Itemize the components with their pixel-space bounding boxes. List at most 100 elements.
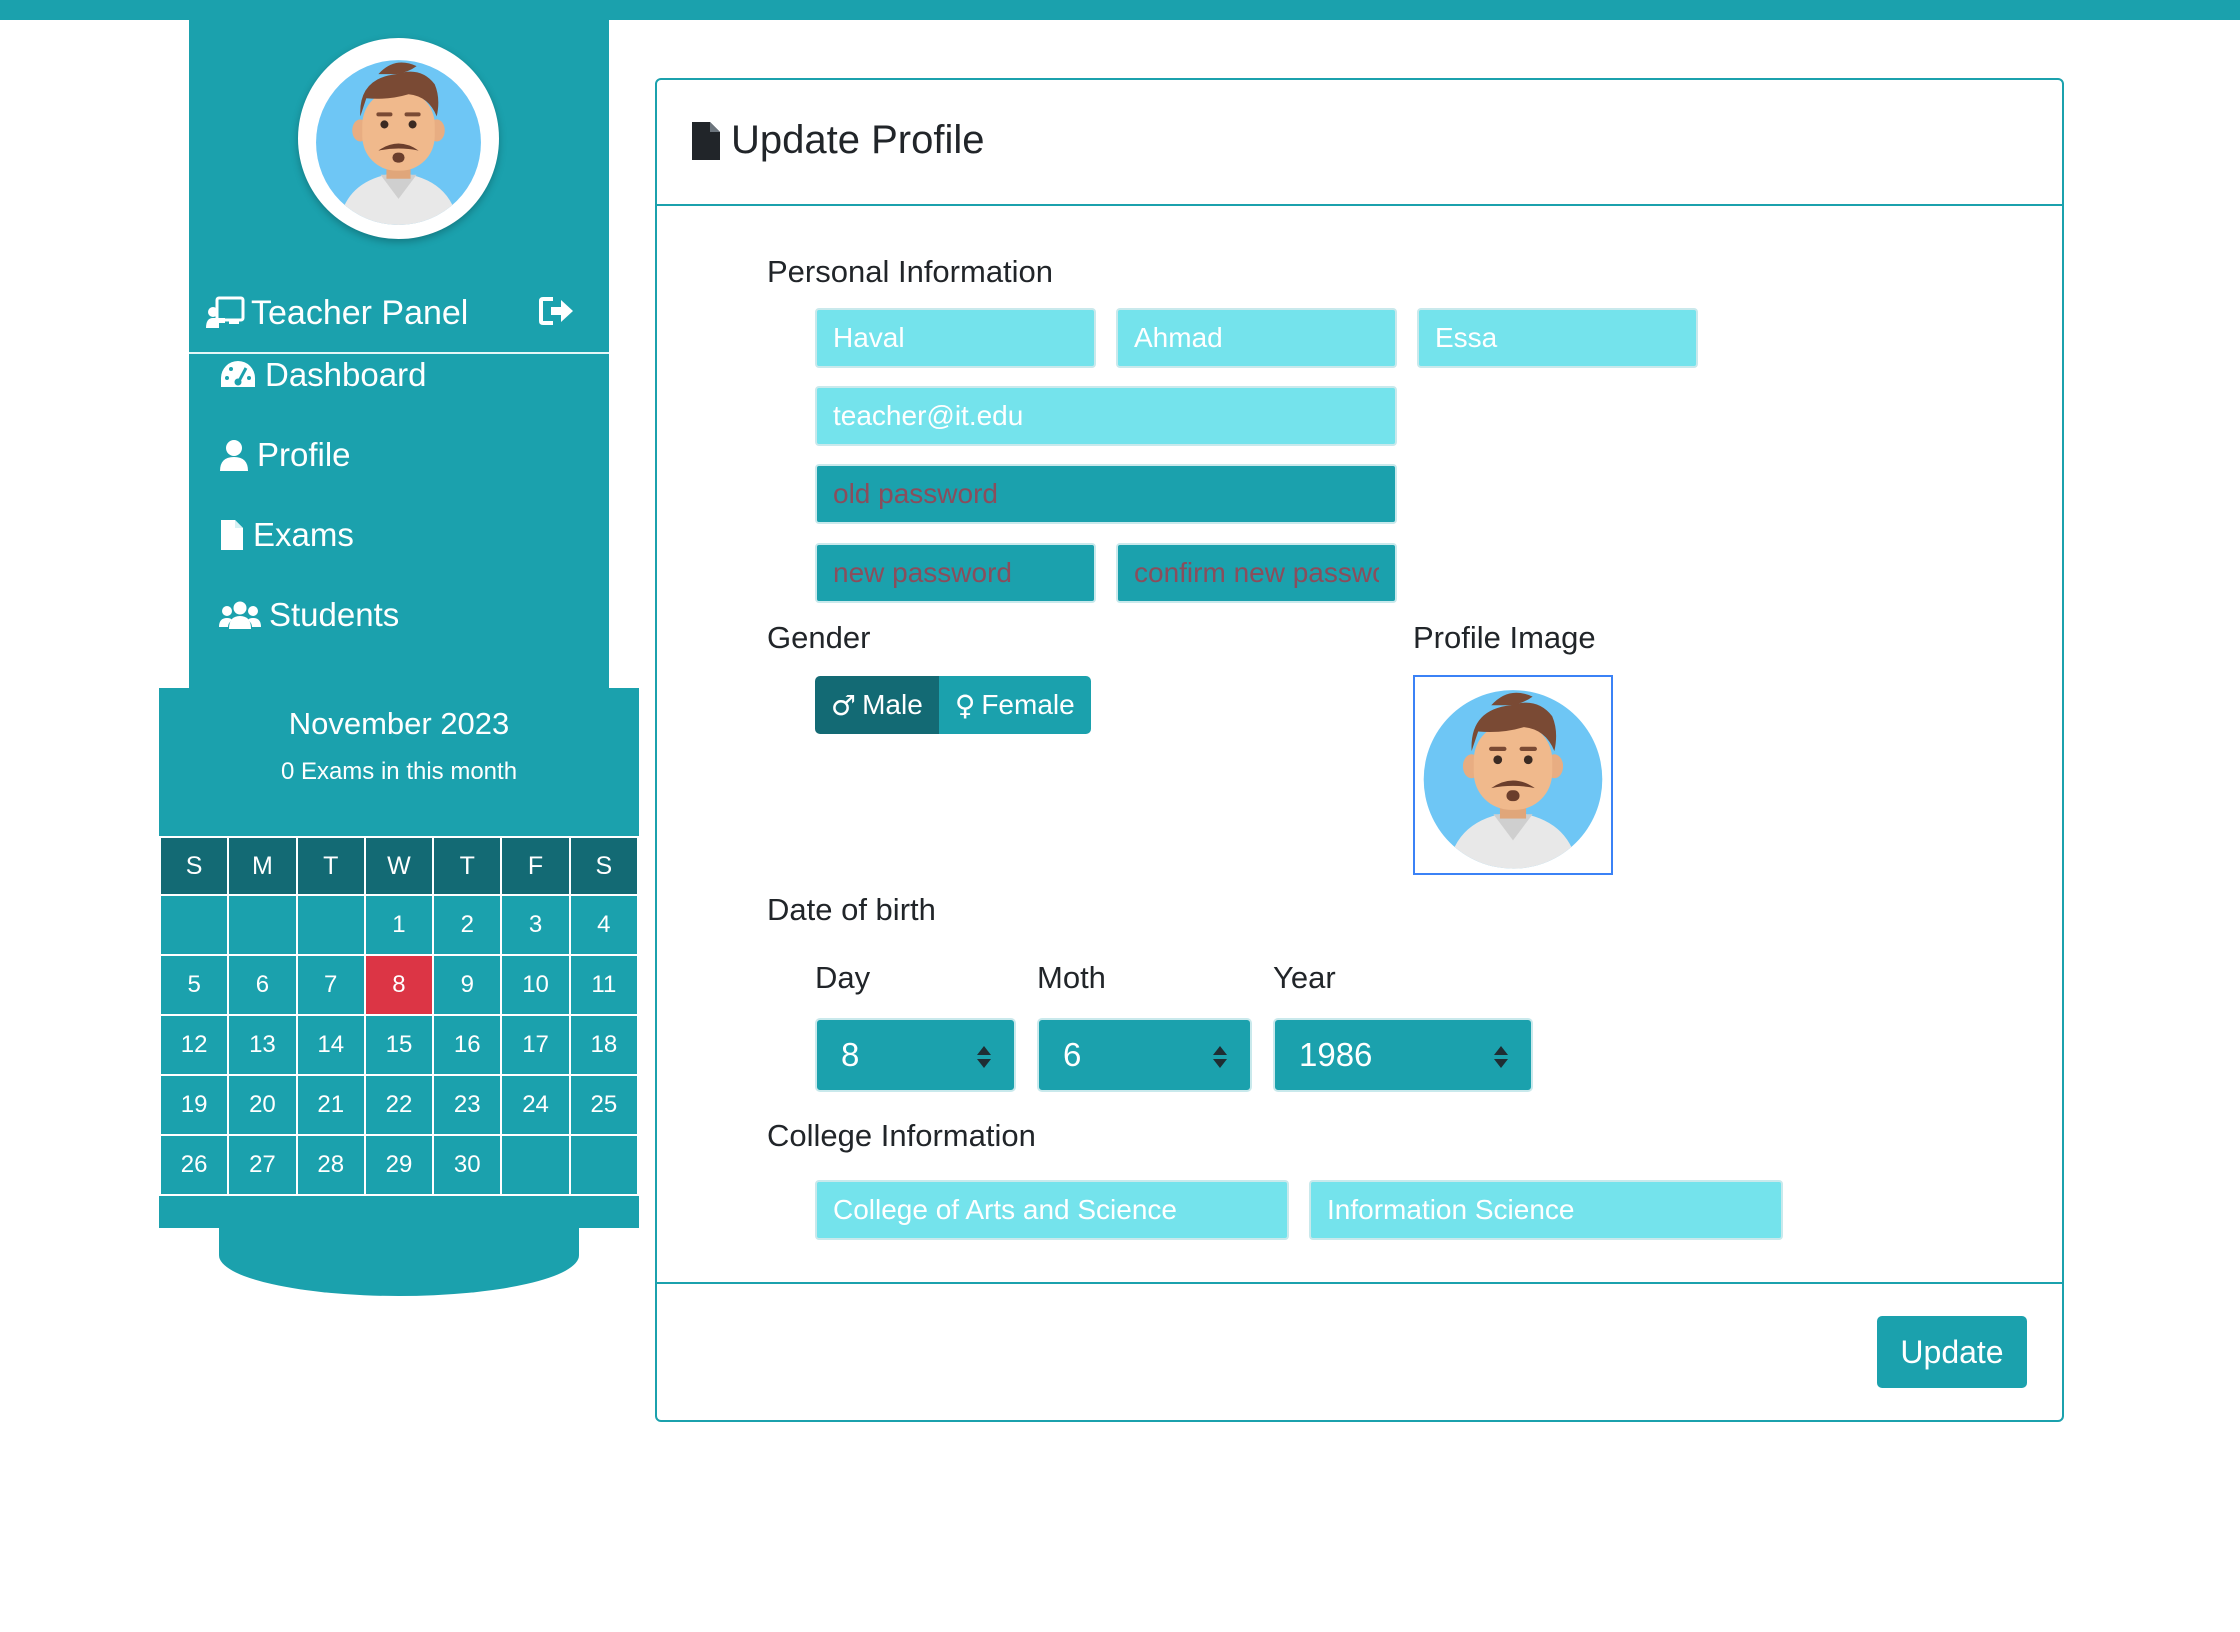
calendar-weekday: S [568,836,640,896]
profile-image[interactable] [1413,675,1613,875]
calendar-empty-cell [568,1134,640,1196]
sort-caret-icon [1494,1046,1508,1068]
calendar-weekday: S [158,836,230,896]
middle-name-field[interactable] [1116,308,1397,368]
calendar-day[interactable]: 2 [432,894,503,956]
update-button[interactable]: Update [1877,1316,2027,1388]
calendar-day[interactable]: 22 [363,1074,435,1136]
gender-female-label: Female [981,689,1075,720]
panel-header: Teacher Panel [189,270,609,354]
panel-title-label: Teacher Panel [251,293,469,332]
calendar-day[interactable]: 17 [500,1014,571,1076]
sidebar-item-dashboard[interactable]: Dashboard [219,352,426,398]
month-label: Moth [1037,960,1106,995]
calendar-weekday-row: SMTWTFS [158,836,640,896]
calendar-day[interactable]: 16 [432,1014,503,1076]
sidebar-item-profile[interactable]: Profile [219,432,351,478]
calendar-weekday: W [363,836,435,896]
calendar-day[interactable]: 27 [227,1134,298,1196]
calendar-weekday: T [295,836,366,896]
calendar-day[interactable]: 14 [295,1014,366,1076]
calendar-day[interactable]: 30 [432,1134,503,1196]
calendar-day[interactable]: 12 [158,1014,230,1076]
card-title-label: Update Profile [731,118,985,162]
calendar-weekday: F [500,836,571,896]
calendar-empty-cell [295,894,366,956]
calendar-day[interactable]: 19 [158,1074,230,1136]
calendar-week-row: 12 13 14 15 16 17 18 [158,1014,640,1076]
users-icon [219,601,261,629]
calendar-day[interactable]: 6 [227,954,298,1016]
calendar-day-today[interactable]: 8 [363,954,435,1016]
profile-avatar-image [1415,677,1611,873]
sidebar-item-label: Dashboard [265,356,427,393]
first-name-field[interactable] [815,308,1096,368]
college-field[interactable] [815,1180,1289,1240]
calendar-day[interactable]: 13 [227,1014,298,1076]
panel-title: Teacher Panel [205,294,468,332]
calendar-day[interactable]: 7 [295,954,366,1016]
calendar-week-row: 26 27 28 29 30 [158,1134,640,1196]
dob-label: Date of birth [767,892,936,927]
card-header: Update Profile [657,80,2062,206]
day-select-value: 8 [841,1036,860,1073]
sidebar-item-label: Profile [257,436,351,473]
gender-male-button[interactable]: ♂ Male [815,676,939,734]
dashboard-icon [221,361,255,387]
calendar-empty-cell [158,894,230,956]
avatar-image [308,48,489,229]
calendar-day[interactable]: 10 [500,954,571,1016]
card-title: Update Profile [691,118,984,163]
calendar-day[interactable]: 1 [363,894,435,956]
year-label: Year [1273,960,1336,995]
gender-female-button[interactable]: ♀ Female [938,676,1091,734]
calendar-day[interactable]: 23 [432,1074,503,1136]
calendar-day[interactable]: 29 [363,1134,435,1196]
calendar-month: November 2023 [288,706,510,741]
sidebar-item-exams[interactable]: Exams [219,512,354,558]
month-select-value: 6 [1063,1036,1082,1073]
calendar-day[interactable]: 4 [568,894,640,956]
calendar-day[interactable]: 24 [500,1074,571,1136]
calendar-day[interactable]: 28 [295,1134,366,1196]
confirm-password-field[interactable] [1116,543,1397,603]
calendar-empty-cell [227,894,298,956]
calendar-exam-count: 0 Exams in this month [280,758,518,785]
calendar-day[interactable]: 9 [432,954,503,1016]
calendar-day[interactable]: 26 [158,1134,230,1196]
calendar-day[interactable]: 11 [568,954,640,1016]
male-icon: ♂ [831,688,857,722]
calendar-day[interactable]: 21 [295,1074,366,1136]
calendar-day[interactable]: 3 [500,894,571,956]
teacher-board-icon [206,296,245,328]
user-icon [220,440,248,471]
calendar-week-row: 19 20 21 22 23 24 25 [158,1074,640,1136]
calendar-week-row: 1234 [158,894,640,956]
calendar-widget: November 2023 0 Exams in this month SMTW… [158,688,640,1296]
day-label: Day [815,960,871,995]
calendar-header: November 2023 0 Exams in this month [159,688,639,836]
department-field[interactable] [1309,1180,1783,1240]
gender-label: Gender [767,620,871,655]
day-select[interactable]: 8 [815,1018,1016,1092]
calendar-weekday: T [432,836,503,896]
calendar-day[interactable]: 20 [227,1074,298,1136]
sort-caret-icon [977,1046,991,1068]
logout-icon[interactable] [539,296,575,326]
calendar-day[interactable]: 15 [363,1014,435,1076]
calendar-day[interactable]: 18 [568,1014,640,1076]
year-select[interactable]: 1986 [1273,1018,1533,1092]
gender-toggle: ♂ Male ♀ Female [815,676,1091,734]
email-field[interactable] [815,386,1397,446]
calendar-day[interactable]: 5 [158,954,230,1016]
calendar-day[interactable]: 25 [568,1074,640,1136]
sidebar-item-label: Students [269,596,400,633]
last-name-field[interactable] [1417,308,1698,368]
college-info-label: College Information [767,1118,1036,1153]
sidebar-item-students[interactable]: Students [219,592,399,638]
calendar-footer [159,1196,639,1228]
month-select[interactable]: 6 [1037,1018,1252,1092]
new-password-field[interactable] [815,543,1096,603]
avatar[interactable] [298,38,499,239]
old-password-field[interactable] [815,464,1397,524]
